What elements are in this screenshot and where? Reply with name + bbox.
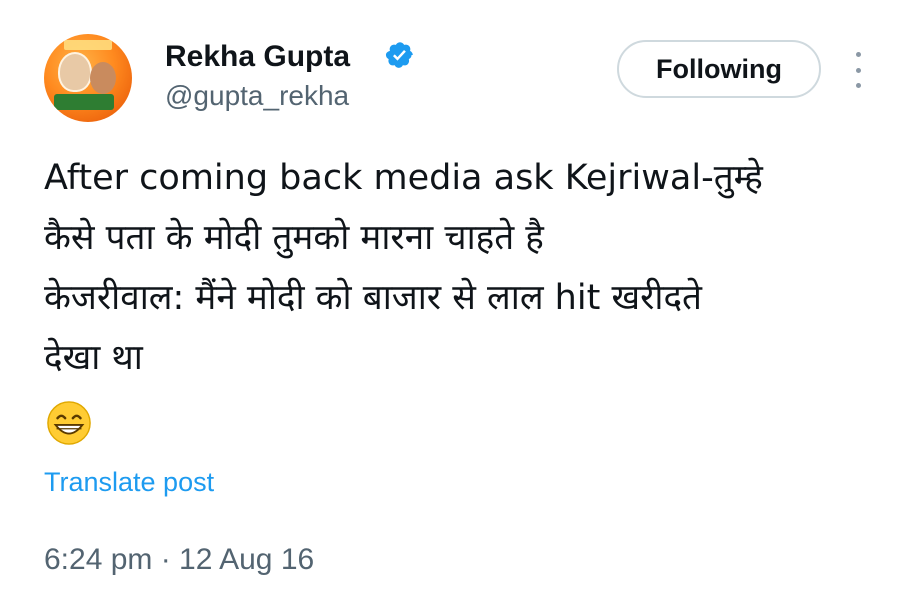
more-dot [855,83,861,88]
following-button[interactable]: Following [617,40,821,98]
post-text-line: देखा था [44,338,143,378]
more-dot [855,67,861,73]
avatar-banner-decoration [64,40,112,50]
grinning-face-with-smiling-eyes-emoji [47,401,91,445]
author-handle[interactable]: @gupta_rekha [165,80,349,112]
verified-badge-icon [385,42,413,68]
post-text: After coming back media ask Kejriwal-तुम… [44,148,904,388]
profile-avatar[interactable] [44,34,132,122]
post-text-line: कैसे पता के मोदी तुमको मारना चाहते है [44,218,544,258]
more-options-icon[interactable] [848,52,868,88]
post-text-line: After coming back media ask Kejriwal-तुम… [44,158,763,198]
post-text-line: केजरीवाल: मैंने मोदी को बाजार से लाल hit… [44,278,702,318]
post-timestamp[interactable]: 6:24 pm · 12 Aug 16 [44,543,314,577]
author-name[interactable]: Rekha Gupta [165,40,350,74]
translate-post-link[interactable]: Translate post [44,467,214,498]
more-dot [855,52,861,57]
avatar-portrait-1 [58,52,92,92]
avatar-portrait-2 [90,62,116,94]
avatar-banner-decoration-2 [54,94,114,110]
